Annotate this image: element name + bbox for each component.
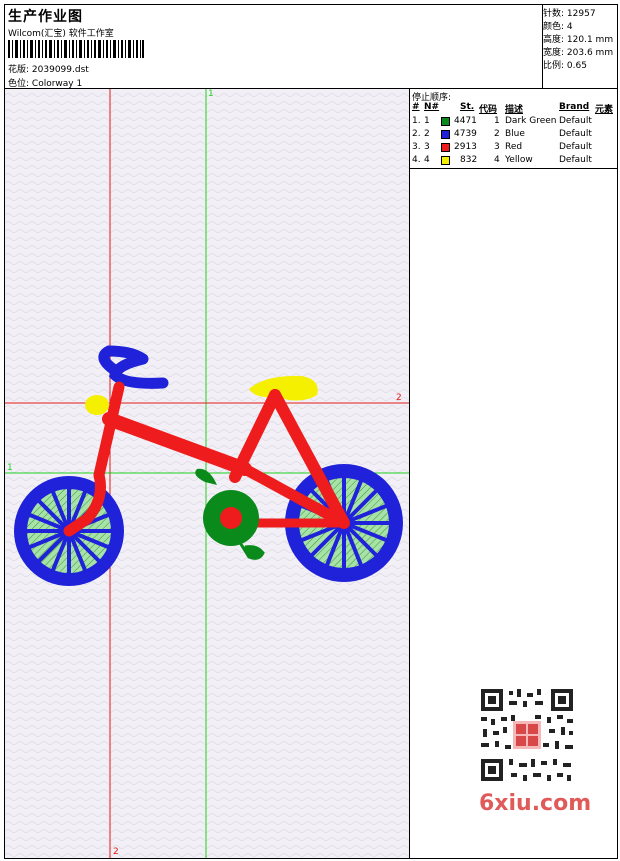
- barcode-image: [8, 40, 144, 58]
- guide-label-top: 1: [208, 89, 214, 99]
- bicycle-design: [5, 89, 409, 858]
- stop-row: 1. 1 4471 1 Dark Green Default: [412, 116, 592, 126]
- color-swatch: [441, 130, 450, 139]
- design-label: 花版:: [8, 65, 30, 75]
- col-st: St.: [460, 102, 475, 112]
- production-sheet: 生产作业图 Wilcom(汇宝) 软件工作室 花版: 2039099.dst 色…: [4, 4, 618, 859]
- colorway-label: 色位:: [8, 79, 30, 89]
- stat-height: 高度: 120.1 mm: [543, 35, 614, 45]
- col-hash: #: [412, 102, 420, 112]
- stat-scale: 比例: 0.65: [543, 61, 587, 71]
- colorway-row: 色位: Colorway 1: [8, 76, 82, 89]
- col-element: 元素: [595, 105, 614, 115]
- stop-row: 4. 4 832 4 Yellow Default: [412, 155, 592, 165]
- stop-row: 2. 2 4739 2 Blue Default: [412, 129, 592, 139]
- stop-row: 3. 3 2913 3 Red Default: [412, 142, 592, 152]
- guide-label-right: 2: [396, 393, 402, 403]
- col-code: 代码: [479, 105, 498, 115]
- col-brand: Brand: [559, 102, 590, 112]
- design-file: 2039099.dst: [31, 65, 89, 75]
- stats-panel: 针数: 12957 颜色: 4 高度: 120.1 mm 宽度: 203.6 m…: [543, 5, 617, 89]
- stat-stitches: 针数: 12957: [543, 9, 596, 19]
- color-swatch: [441, 156, 450, 165]
- company-name: Wilcom(汇宝) 软件工作室: [8, 29, 114, 39]
- col-desc: 描述: [505, 105, 524, 115]
- stop-sequence-panel: 停止顺序: # N# St. 代码 描述 Brand 元素 1. 1 4471 …: [410, 89, 617, 169]
- color-swatch: [441, 117, 450, 126]
- color-swatch: [441, 143, 450, 152]
- handlebar-grip: [85, 395, 109, 415]
- guide-label-left: 1: [7, 463, 13, 473]
- watermark-logo: 6xiu.com: [479, 791, 592, 816]
- qr-code-image: [473, 685, 581, 785]
- design-row: 花版: 2039099.dst: [8, 62, 89, 75]
- stat-colors: 颜色: 4: [543, 22, 573, 32]
- col-n: N#: [424, 102, 440, 112]
- sheet-title: 生产作业图: [8, 9, 83, 25]
- guide-label-bottom: 2: [113, 847, 119, 857]
- design-canvas: 1 2 1 2: [5, 89, 410, 858]
- stat-width: 宽度: 203.6 mm: [543, 48, 614, 58]
- sheet-header: 生产作业图 Wilcom(汇宝) 软件工作室 花版: 2039099.dst 色…: [5, 5, 543, 89]
- colorway-value: Colorway 1: [31, 79, 83, 89]
